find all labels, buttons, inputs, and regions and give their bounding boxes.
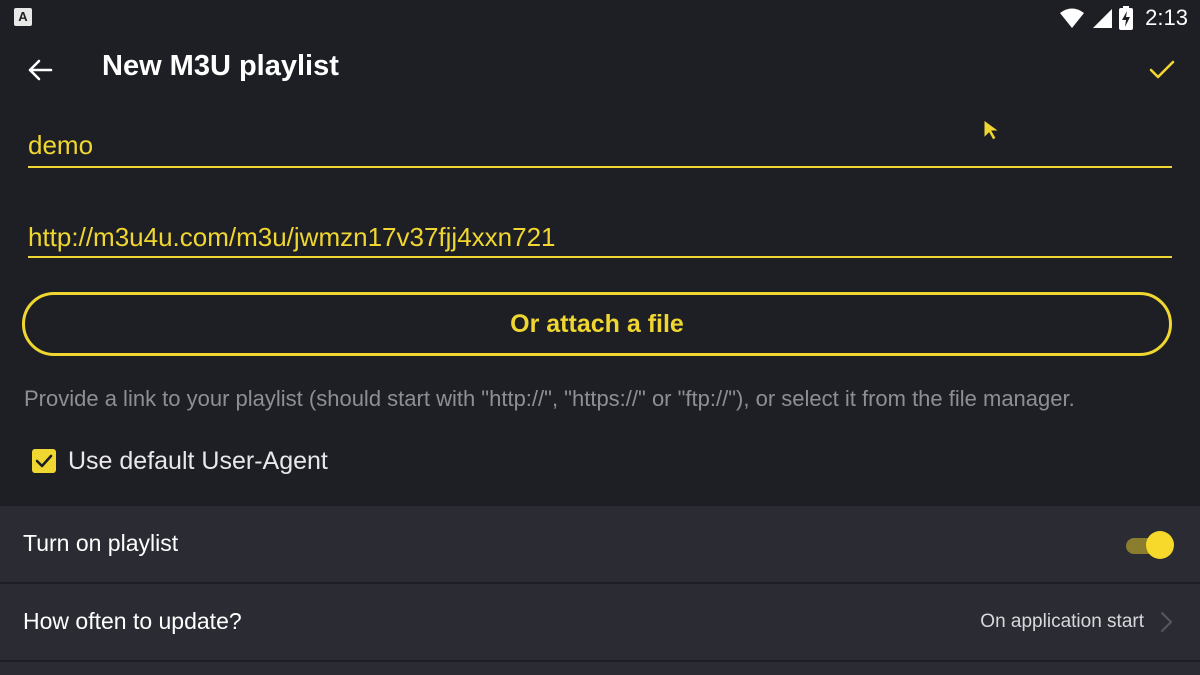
status-time: 2:13 [1145,5,1188,30]
screen: A 2:13 New M3U playlist demo http://m3u4… [0,0,1200,675]
user-agent-label: Use default User-Agent [68,446,328,475]
turn-on-playlist-label: Turn on playlist [23,530,179,556]
attach-file-label: Or attach a file [510,309,684,338]
update-frequency-label: How often to update? [23,608,242,634]
confirm-button[interactable] [1140,48,1184,92]
app-bar: New M3U playlist [0,36,1200,104]
mouse-cursor-icon [983,119,1001,141]
user-agent-checkbox-row[interactable]: Use default User-Agent [32,444,328,478]
arrow-left-icon [28,59,53,81]
update-frequency-row[interactable]: How often to update? On application star… [0,584,1200,662]
checkmark-icon [35,454,53,468]
settings-section: Turn on playlist How often to update? On… [0,506,1200,675]
helper-text: Provide a link to your playlist (should … [24,386,1075,411]
playlist-url-value: http://m3u4u.com/m3u/jwmzn17v37fjj4xxn72… [28,222,556,252]
toggle-thumb [1146,531,1174,559]
wifi-icon [1060,8,1085,28]
playlist-url-field[interactable]: http://m3u4u.com/m3u/jwmzn17v37fjj4xxn72… [28,220,1172,258]
chevron-right-icon [1161,612,1172,632]
update-frequency-value: On application start [980,611,1144,632]
back-button[interactable] [18,48,62,92]
check-icon [1149,60,1175,79]
battery-charging-icon [1119,6,1134,30]
turn-on-playlist-toggle[interactable] [1124,530,1174,560]
user-agent-checkbox[interactable] [32,449,56,473]
signal-icon [1093,9,1113,28]
status-bar: A 2:13 [0,0,1200,36]
app-notification-icon: A [14,8,32,26]
page-title: New M3U playlist [102,50,339,82]
attach-file-button[interactable]: Or attach a file [22,292,1172,356]
turn-on-playlist-row[interactable]: Turn on playlist [0,506,1200,584]
status-icons: 2:13 [1059,4,1188,32]
